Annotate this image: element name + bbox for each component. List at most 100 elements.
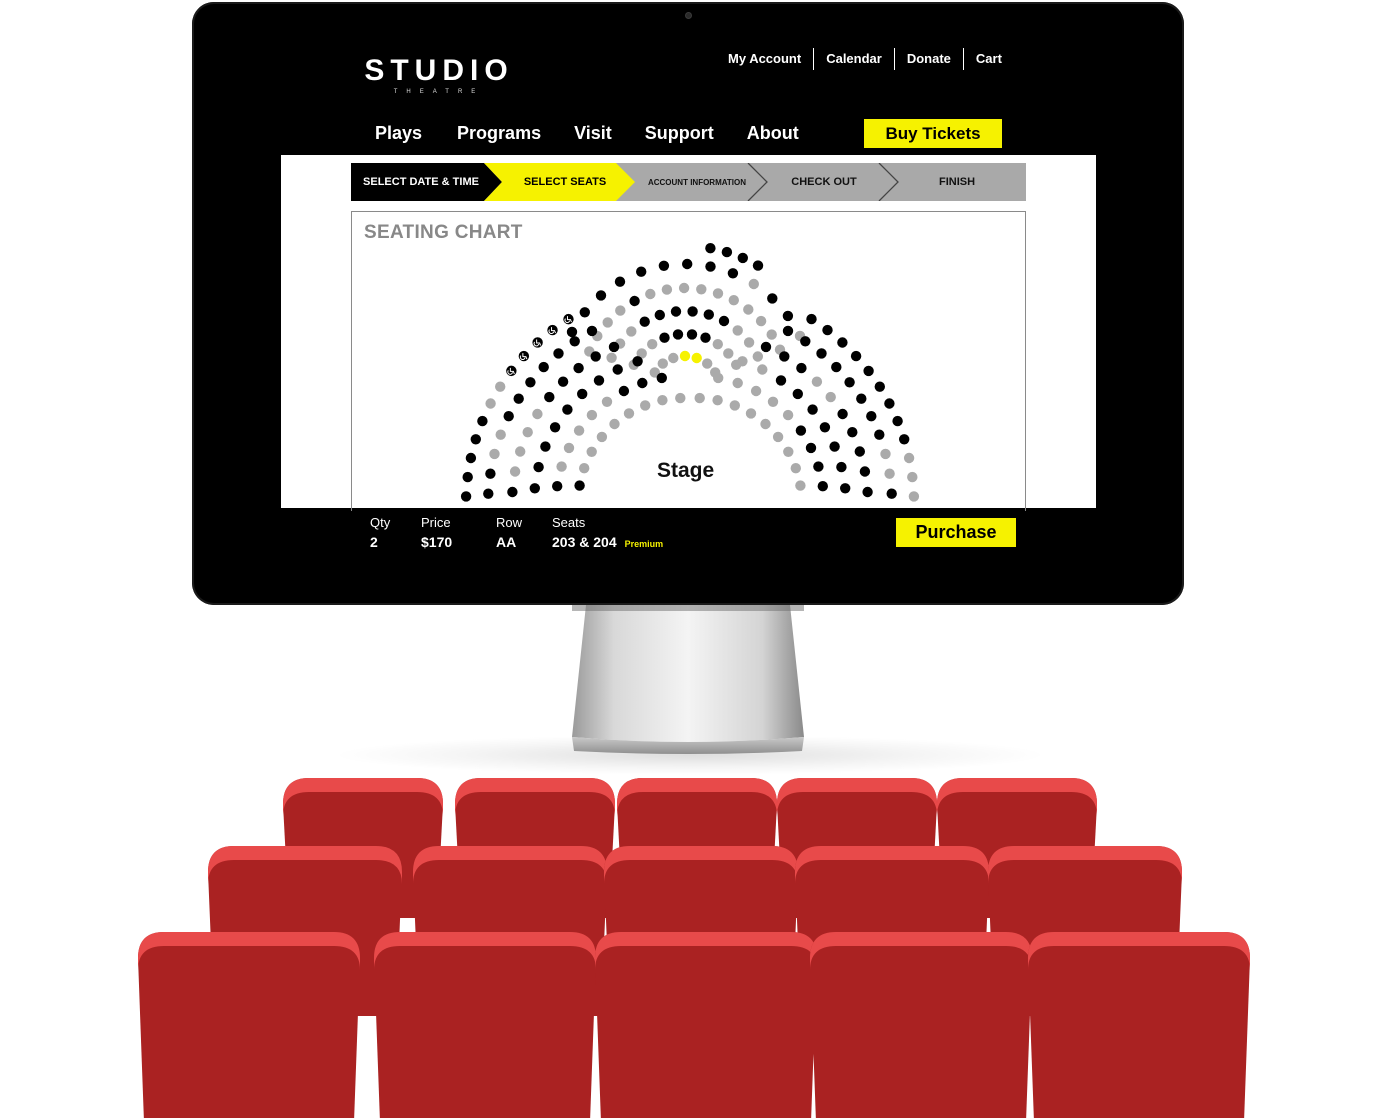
left-row-5-seat-11[interactable] (483, 488, 494, 499)
center-row-5-seat-5[interactable] (636, 266, 647, 277)
nav-programs[interactable]: Programs (435, 123, 554, 144)
center-row-2-seat-7[interactable] (700, 332, 711, 343)
right-row-3-seat-9[interactable] (840, 483, 851, 494)
cart-link[interactable]: Cart (962, 48, 1014, 70)
left-row-6-seat-9[interactable] (470, 434, 481, 445)
right-row-6-seat-2[interactable] (822, 324, 833, 336)
left-row-6-seat-12[interactable] (460, 491, 472, 502)
center-row-6-seat-4[interactable] (752, 260, 764, 271)
right-row-2-seat-8[interactable] (813, 461, 824, 472)
right-row-2-seat-9[interactable] (817, 481, 828, 492)
right-row-5-seat-5[interactable] (844, 377, 855, 388)
left-row-6-seat-10[interactable] (465, 452, 477, 464)
left-row-5-seat-4[interactable] (538, 361, 549, 373)
center-row-1-seat-5[interactable] (691, 352, 702, 364)
buy-tickets-button[interactable]: Buy Tickets (864, 119, 1002, 148)
right-row-4-seat-10[interactable] (862, 486, 873, 498)
center-row-2-seat-6[interactable] (686, 329, 698, 340)
right-row-4-seat-2[interactable] (779, 351, 790, 362)
center-row-2-seat-4[interactable] (659, 332, 670, 343)
center-row-5-seat-1[interactable] (566, 326, 578, 338)
center-row-5-seat-9[interactable] (727, 268, 739, 279)
wheelchair-icon[interactable] (563, 313, 574, 325)
center-row-3-seat-7[interactable] (687, 306, 698, 317)
right-row-4-seat-6[interactable] (837, 408, 848, 420)
left-row-3-seat-4[interactable] (577, 388, 588, 400)
left-row-4-seat-10[interactable] (507, 486, 518, 498)
wheelchair-icon[interactable] (547, 324, 558, 336)
left-row-5-seat-5[interactable] (525, 377, 536, 388)
wheelchair-icon[interactable] (518, 350, 530, 362)
right-row-2-seat-7[interactable] (805, 442, 817, 454)
left-row-2-seat-3[interactable] (618, 385, 630, 397)
left-row-2-seat-1[interactable] (656, 372, 667, 384)
center-row-3-seat-8[interactable] (703, 309, 714, 320)
nav-plays[interactable]: Plays (362, 123, 435, 144)
right-row-4-seat-9[interactable] (859, 466, 871, 477)
right-row-5-seat-6[interactable] (856, 393, 867, 404)
left-row-5-seat-10[interactable] (485, 468, 496, 479)
center-row-6-seat-3[interactable] (737, 252, 748, 264)
purchase-button[interactable]: Purchase (896, 518, 1016, 547)
center-row-5-seat-4[interactable] (614, 276, 626, 287)
right-row-5-seat-11[interactable] (886, 488, 897, 499)
left-row-5-seat-7[interactable] (503, 411, 514, 422)
right-row-3-seat-4[interactable] (792, 388, 803, 400)
right-row-5-seat-4[interactable] (831, 361, 842, 373)
step-select-seats[interactable]: SELECT SEATS (501, 163, 629, 201)
wheelchair-icon[interactable] (532, 337, 543, 348)
right-row-3-seat-6[interactable] (819, 422, 831, 433)
left-row-3-seat-5[interactable] (562, 404, 573, 415)
left-row-4-seat-4[interactable] (557, 376, 569, 387)
right-row-6-seat-3[interactable] (837, 337, 848, 348)
left-row-6-seat-11[interactable] (462, 471, 473, 483)
right-row-3-seat-8[interactable] (836, 461, 847, 473)
right-row-5-seat-3[interactable] (816, 348, 827, 359)
right-row-5-seat-1[interactable] (782, 325, 794, 337)
step-select-date-time[interactable]: SELECT DATE & TIME (351, 163, 491, 201)
right-row-6-seat-9[interactable] (899, 434, 910, 445)
nav-support[interactable]: Support (625, 123, 727, 144)
right-row-3-seat-7[interactable] (829, 441, 840, 452)
center-row-3-seat-5[interactable] (654, 309, 665, 321)
center-row-5-seat-3[interactable] (595, 290, 607, 301)
left-row-6-seat-8[interactable] (477, 415, 488, 427)
right-row-4-seat-3[interactable] (796, 362, 807, 374)
left-row-3-seat-7[interactable] (540, 441, 551, 452)
left-row-3-seat-6[interactable] (549, 422, 561, 433)
right-row-4-seat-1[interactable] (760, 341, 772, 353)
left-row-5-seat-2[interactable] (569, 336, 580, 347)
nav-about[interactable]: About (727, 123, 812, 144)
my-account-link[interactable]: My Account (716, 48, 813, 70)
left-row-2-seat-2[interactable] (637, 377, 648, 389)
center-row-3-seat-6[interactable] (670, 306, 682, 317)
step-finish[interactable]: FINISH (897, 163, 1017, 201)
left-row-3-seat-1[interactable] (632, 356, 643, 367)
right-row-5-seat-2[interactable] (800, 336, 811, 347)
right-row-5-seat-7[interactable] (866, 411, 877, 422)
center-row-5-seat-8[interactable] (705, 261, 716, 272)
left-row-1-seat-9[interactable] (574, 480, 585, 491)
donate-link[interactable]: Donate (893, 48, 963, 70)
right-row-6-seat-4[interactable] (850, 350, 862, 362)
right-row-2-seat-6[interactable] (795, 425, 807, 436)
center-row-4-seat-5[interactable] (629, 295, 640, 307)
center-row-5-seat-7[interactable] (682, 258, 693, 270)
site-logo[interactable]: STUDIO THEATRE (355, 56, 523, 96)
center-row-5-seat-11[interactable] (767, 293, 778, 304)
right-row-3-seat-5[interactable] (807, 404, 818, 415)
step-check-out[interactable]: CHECK OUT (765, 163, 883, 201)
center-row-3-seat-4[interactable] (639, 316, 650, 327)
right-row-3-seat-3[interactable] (775, 375, 787, 386)
nav-visit[interactable]: Visit (554, 123, 625, 144)
center-row-5-seat-6[interactable] (658, 260, 670, 271)
left-row-4-seat-2[interactable] (590, 351, 601, 362)
left-row-3-seat-3[interactable] (593, 375, 605, 386)
right-row-6-seat-1[interactable] (806, 313, 817, 325)
right-row-4-seat-8[interactable] (854, 446, 865, 457)
left-row-2-seat-9[interactable] (552, 481, 563, 492)
center-row-5-seat-12[interactable] (782, 310, 794, 322)
right-row-6-seat-8[interactable] (892, 415, 903, 427)
left-row-5-seat-6[interactable] (513, 393, 524, 404)
right-row-6-seat-5[interactable] (863, 365, 874, 377)
